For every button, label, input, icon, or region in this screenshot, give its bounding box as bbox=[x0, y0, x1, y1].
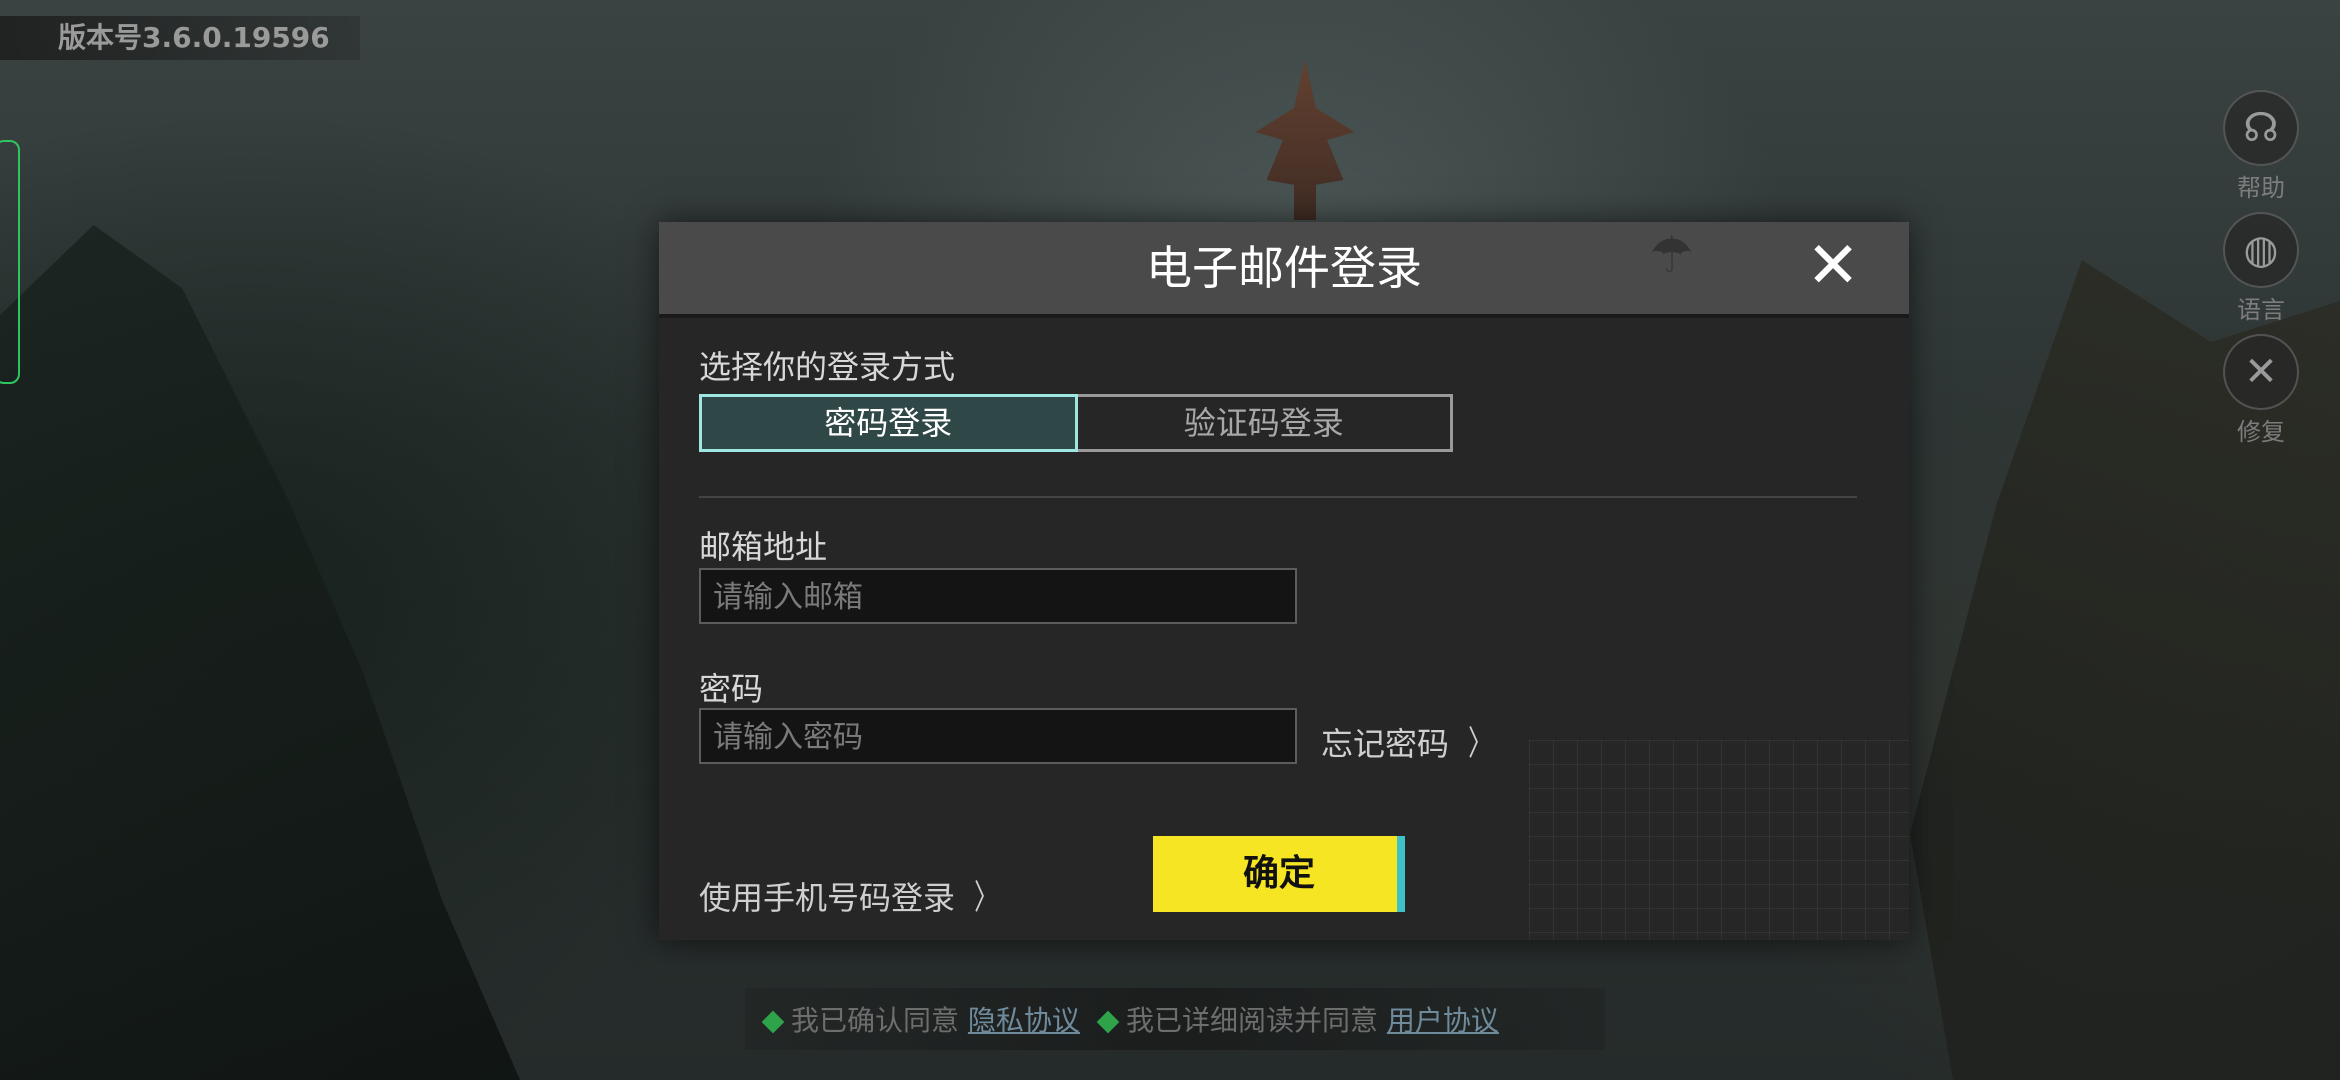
confirm-button[interactable]: 确定 bbox=[1153, 836, 1405, 912]
privacy-agreement[interactable]: 我已确认同意 隐私协议 bbox=[761, 999, 1080, 1039]
dialog-header: ☂ 电子邮件登录 ✕ bbox=[659, 222, 1909, 318]
language-button[interactable]: ◍ 语言 bbox=[2222, 212, 2300, 325]
check-diamond-icon bbox=[1096, 1010, 1120, 1034]
privacy-prefix: 我已确认同意 bbox=[791, 1004, 960, 1037]
grid-decoration bbox=[1529, 740, 1909, 940]
dialog-title: 电子邮件登录 bbox=[1146, 241, 1422, 295]
user-agreement[interactable]: 我已详细阅读并同意 用户协议 bbox=[1096, 999, 1499, 1039]
globe-icon: ◍ bbox=[2223, 212, 2299, 288]
user-agreement-link[interactable]: 用户协议 bbox=[1387, 1004, 1499, 1037]
phone-login-link[interactable]: 使用手机号码登录〉 bbox=[699, 870, 1003, 919]
close-button[interactable]: ✕ bbox=[1803, 234, 1863, 298]
phone-login-label: 使用手机号码登录 bbox=[699, 879, 956, 917]
privacy-policy-link[interactable]: 隐私协议 bbox=[968, 1004, 1080, 1037]
agreement-bar: 我已确认同意 隐私协议 我已详细阅读并同意 用户协议 bbox=[745, 988, 1605, 1050]
forgot-password-link[interactable]: 忘记密码〉 bbox=[1321, 716, 1497, 765]
user-prefix: 我已详细阅读并同意 bbox=[1125, 1004, 1378, 1037]
version-label: 版本号3.6.0.19596 bbox=[0, 16, 360, 60]
forgot-password-label: 忘记密码 bbox=[1321, 725, 1450, 763]
login-method-tabs: 密码登录 验证码登录 bbox=[699, 394, 1453, 452]
wrench-icon: ✕ bbox=[2223, 334, 2299, 410]
chevron-right-icon: 〉 bbox=[974, 878, 998, 918]
left-edge-tab[interactable] bbox=[0, 140, 20, 384]
language-label: 语言 bbox=[2237, 296, 2285, 324]
tab-password-login[interactable]: 密码登录 bbox=[699, 394, 1078, 452]
chevron-right-icon: 〉 bbox=[1468, 724, 1492, 764]
divider bbox=[699, 496, 1857, 498]
repair-button[interactable]: ✕ 修复 bbox=[2222, 334, 2300, 447]
email-login-dialog: ☂ 电子邮件登录 ✕ 选择你的登录方式 密码登录 验证码登录 邮箱地址 请输入邮… bbox=[659, 222, 1909, 940]
headset-icon: ☊ bbox=[2223, 90, 2299, 166]
password-input[interactable]: 请输入密码 bbox=[699, 708, 1297, 764]
password-label: 密码 bbox=[699, 670, 764, 708]
help-button[interactable]: ☊ 帮助 bbox=[2222, 90, 2300, 203]
login-method-label: 选择你的登录方式 bbox=[699, 348, 956, 386]
email-label: 邮箱地址 bbox=[699, 528, 828, 566]
tab-code-login[interactable]: 验证码登录 bbox=[1077, 394, 1453, 452]
email-input[interactable]: 请输入邮箱 bbox=[699, 568, 1297, 624]
repair-label: 修复 bbox=[2237, 418, 2285, 446]
help-label: 帮助 bbox=[2237, 174, 2285, 202]
check-diamond-icon bbox=[761, 1010, 785, 1034]
